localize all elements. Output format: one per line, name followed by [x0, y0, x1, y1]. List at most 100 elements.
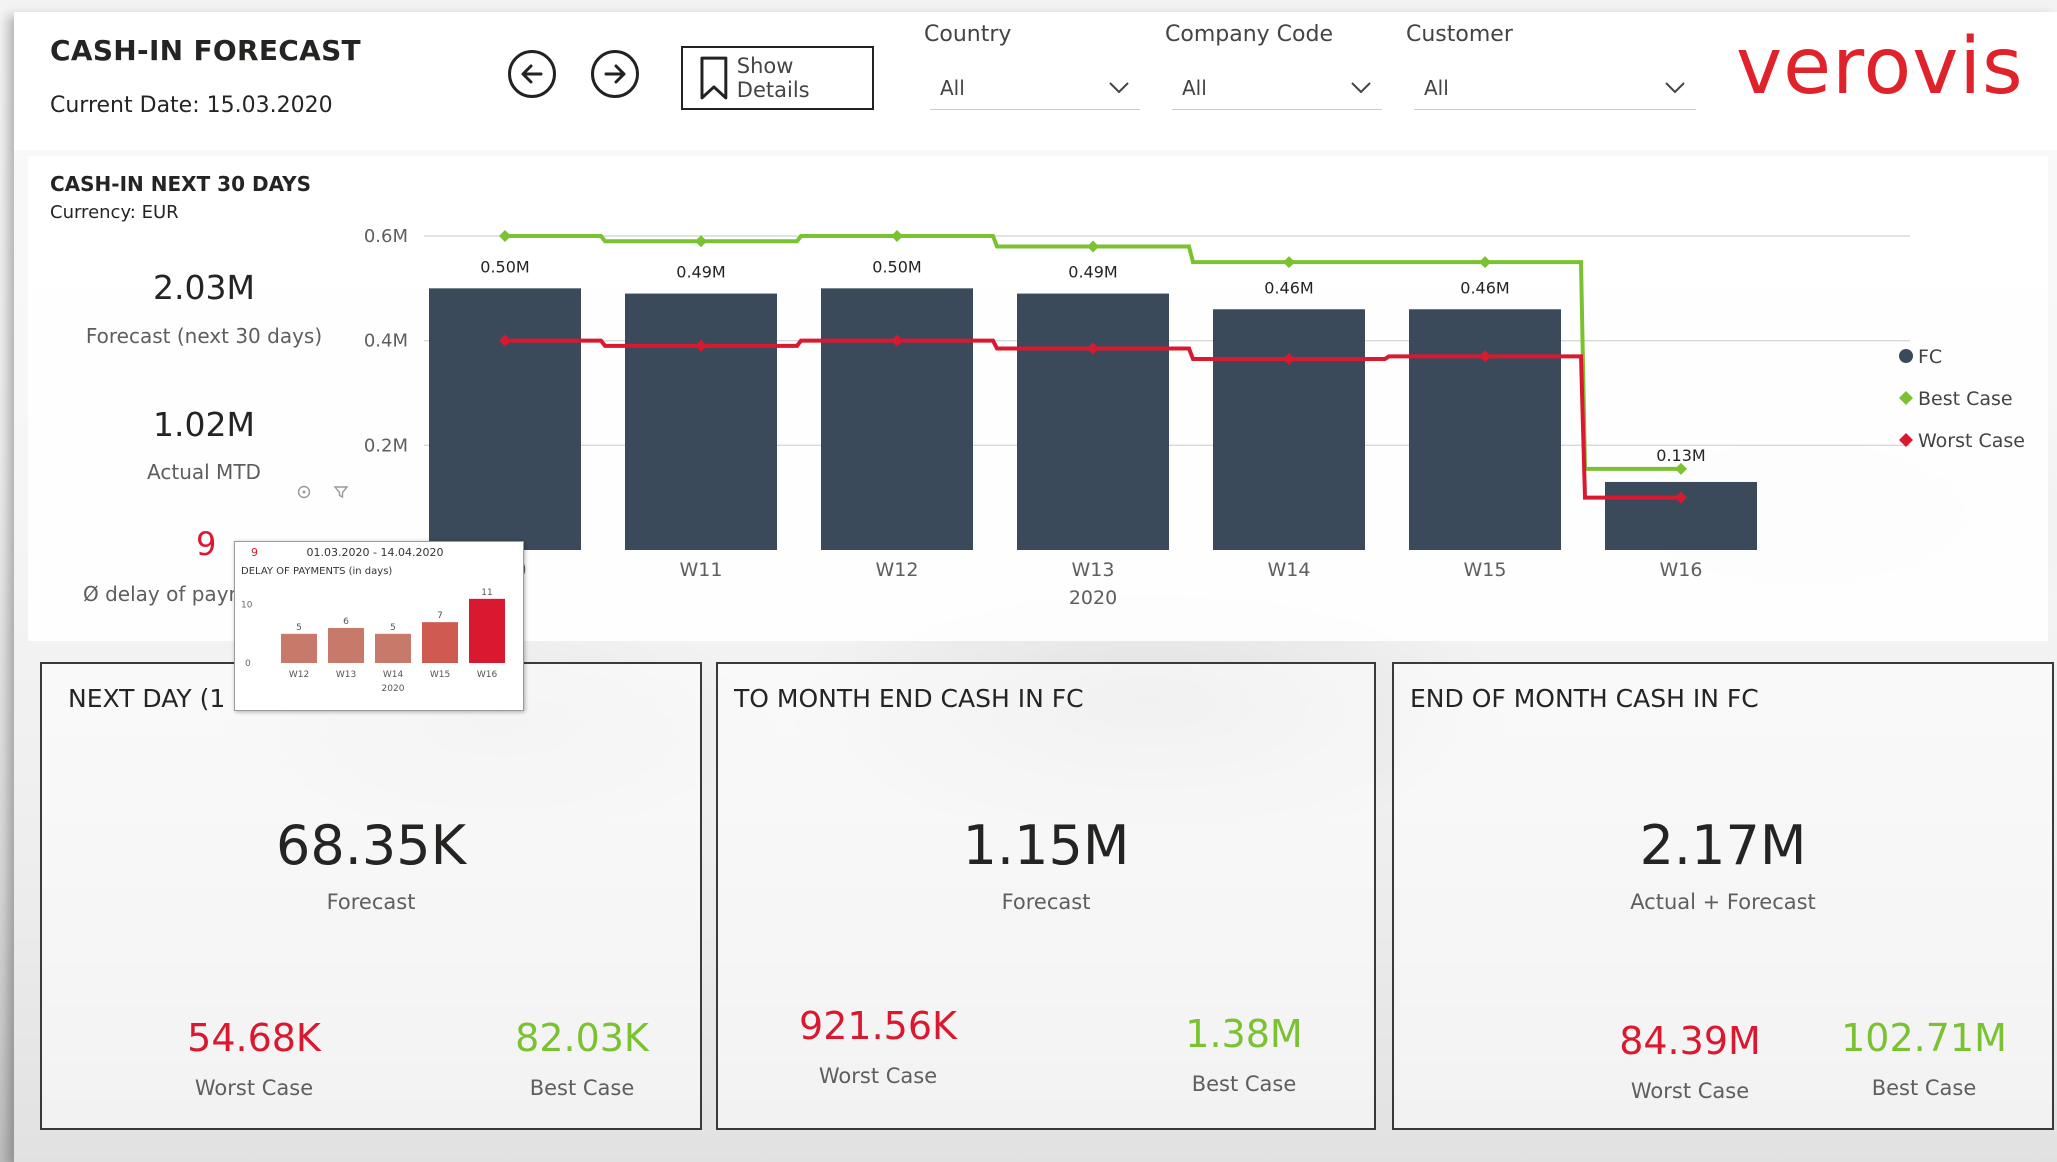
best-case-point — [1087, 240, 1099, 253]
back-button[interactable] — [508, 50, 556, 98]
best-case-point — [695, 235, 707, 248]
company-code-filter-select[interactable]: All — [1172, 66, 1382, 110]
data-label: 0.46M — [1460, 278, 1509, 297]
data-label: 0.13M — [1656, 446, 1705, 465]
tooltip-bar — [281, 633, 317, 663]
end-of-month-worst-label: Worst Case — [1630, 1079, 1750, 1103]
legend-marker-best-case — [1899, 391, 1913, 405]
x-tick-label: W12 — [876, 559, 919, 581]
currency-label: Currency: EUR — [50, 202, 179, 223]
chevron-down-icon — [1109, 81, 1129, 93]
actual-mtd-value: 1.02M — [153, 405, 255, 444]
end-of-month-best-value: 102.71M — [1841, 1016, 2007, 1060]
forecast-next-30-value: 2.03M — [153, 268, 255, 307]
actual-mtd-label: Actual MTD — [147, 460, 261, 484]
cash-in-bar-chart[interactable]: 0.2M 0.4M 0.6M 0.50M 0.49M 0.50M 0.49M 0.46M 0.4… — [340, 210, 2057, 630]
end-of-month-label: Actual + Forecast — [1630, 890, 1816, 914]
customer-filter-select[interactable]: All — [1414, 66, 1696, 110]
best-case-point — [891, 230, 903, 242]
delay-value[interactable]: 9 — [196, 525, 216, 563]
card-title-end-of-month: END OF MONTH CASH IN FC — [1410, 684, 1759, 713]
data-label: 0.49M — [1068, 263, 1117, 282]
bar-w15 — [1409, 309, 1561, 550]
next-day-card: NEXT DAY (1 68.35K Forecast 54.68K Worst… — [40, 662, 702, 1130]
x-tick-label: W16 — [1660, 559, 1703, 581]
data-label: 0.49M — [676, 263, 725, 282]
y-tick-label: 0.6M — [364, 226, 408, 247]
customer-filter-value: All — [1424, 75, 1449, 100]
verovis-logo: verovis — [1736, 22, 2024, 112]
legend-marker-fc — [1899, 349, 1913, 363]
end-of-month-worst-value: 84.39M — [1619, 1019, 1761, 1063]
show-details-label: Show Details — [736, 54, 810, 102]
tooltip-x-tick: W12 — [289, 670, 309, 680]
tooltip-y-tick: 10 — [241, 601, 253, 611]
tooltip-bar — [328, 628, 364, 663]
show-details-button[interactable]: Show Details — [681, 46, 874, 110]
bookmark-icon — [700, 56, 728, 100]
chevron-down-icon — [1351, 81, 1371, 93]
company-code-filter-label: Company Code — [1165, 22, 1333, 47]
next-day-forecast-label: Forecast — [326, 890, 416, 914]
current-date: Current Date: 15.03.2020 — [50, 93, 333, 118]
to-month-end-forecast-value: 1.15M — [962, 814, 1130, 877]
bar-w11 — [625, 293, 777, 550]
y-tick-label: 0.4M — [364, 331, 408, 352]
best-case-point — [499, 230, 511, 242]
next-day-worst-label: Worst Case — [194, 1076, 314, 1100]
bar-w13 — [1017, 293, 1169, 550]
tooltip-x-tick: W14 — [383, 670, 404, 680]
to-month-end-worst-value: 921.56K — [799, 1004, 957, 1048]
data-label: 0.46M — [1264, 278, 1313, 297]
x-tick-label: W13 — [1072, 559, 1115, 581]
data-label: 0.50M — [872, 257, 921, 276]
end-of-month-card: END OF MONTH CASH IN FC 2.17M Actual + F… — [1392, 662, 2054, 1130]
end-of-month-best-label: Best Case — [1871, 1076, 1977, 1100]
to-month-end-card: TO MONTH END CASH IN FC 1.15M Forecast 9… — [716, 662, 1376, 1130]
tooltip-year: 2020 — [382, 684, 405, 694]
page-title: CASH-IN FORECAST — [50, 34, 361, 67]
legend-label: FC — [1918, 346, 1942, 368]
next-day-forecast-value: 68.35K — [275, 814, 466, 877]
y-tick-label: 0.2M — [364, 435, 408, 456]
next-day-best-label: Best Case — [529, 1076, 635, 1100]
x-tick-label: W11 — [680, 559, 723, 581]
pin-icon[interactable] — [296, 484, 312, 500]
tooltip-bar — [422, 622, 458, 663]
delay-tooltip-chart: 9 01.03.2020 - 14.04.2020 DELAY OF PAYMENT… — [241, 546, 505, 694]
to-month-end-best-label: Best Case — [1191, 1072, 1297, 1096]
country-filter-select[interactable]: All — [930, 66, 1140, 110]
tooltip-bar-label: 6 — [343, 617, 349, 627]
forecast-next-30-label: Forecast (next 30 days) — [85, 324, 323, 348]
bar-w12 — [821, 288, 973, 550]
delay-tooltip: 9 01.03.2020 - 14.04.2020 DELAY OF PAYMENT… — [234, 541, 524, 711]
next-day-best-value: 82.03K — [515, 1016, 649, 1060]
tooltip-bar — [469, 598, 505, 663]
delay-label: Ø delay of paym — [83, 582, 249, 606]
tooltip-bar-label: 11 — [481, 588, 492, 598]
best-case-point — [1283, 256, 1295, 269]
next-day-worst-value: 54.68K — [187, 1016, 321, 1060]
end-of-month-value: 2.17M — [1639, 814, 1807, 877]
data-label: 0.50M — [480, 257, 529, 276]
to-month-end-forecast-label: Forecast — [1001, 890, 1091, 914]
tooltip-bar-label: 5 — [390, 623, 396, 633]
to-month-end-worst-label: Worst Case — [818, 1064, 938, 1088]
tooltip-bar-label: 5 — [296, 623, 302, 633]
tooltip-date-range: 01.03.2020 - 14.04.2020 — [307, 546, 444, 559]
bar-w10 — [429, 288, 581, 550]
x-tick-label: W15 — [1464, 559, 1507, 581]
section-title: CASH-IN NEXT 30 DAYS — [50, 172, 312, 196]
customer-filter-label: Customer — [1406, 22, 1513, 47]
arrow-right-icon — [604, 64, 626, 84]
tooltip-bar — [375, 633, 411, 663]
best-case-point — [1479, 256, 1491, 269]
company-code-filter-value: All — [1182, 75, 1207, 100]
x-tick-label: W14 — [1268, 559, 1311, 581]
card-title-to-month-end: TO MONTH END CASH IN FC — [734, 684, 1084, 713]
tooltip-title: DELAY OF PAYMENTS (in days) — [241, 566, 392, 577]
x-group-label: 2020 — [1069, 587, 1117, 609]
forward-button[interactable] — [591, 50, 639, 98]
card-title-next-day: NEXT DAY (1 — [68, 684, 226, 713]
legend-label: Best Case — [1918, 388, 2013, 410]
